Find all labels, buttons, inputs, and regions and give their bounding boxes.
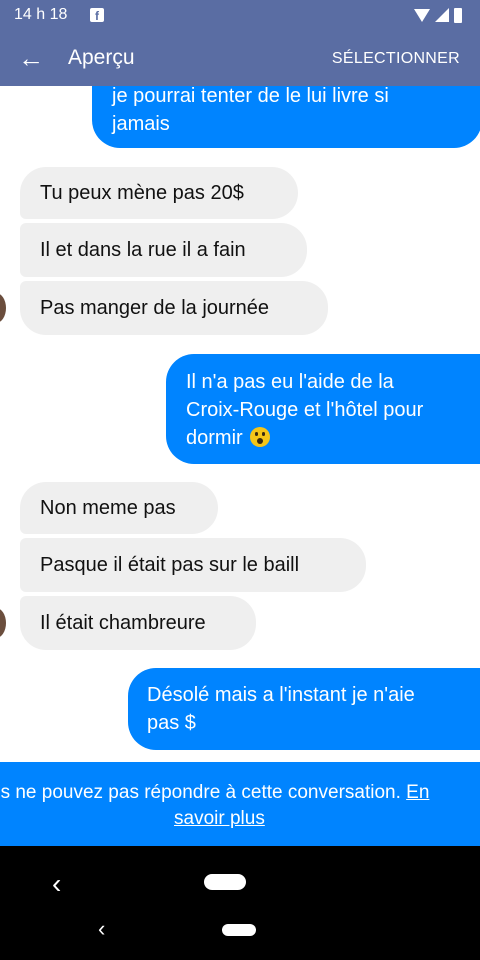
- message-incoming[interactable]: Il et dans la rue il a fain: [20, 223, 307, 277]
- message-outgoing[interactable]: Désolé mais a l'instant je n'aie pas $: [128, 668, 480, 750]
- message-text: Il était chambreure: [40, 612, 206, 634]
- message-outgoing[interactable]: je pourrai tenter de le lui livre si jam…: [92, 86, 480, 148]
- message-incoming[interactable]: Non meme pas: [20, 482, 218, 534]
- message-text-line: jamais: [112, 113, 170, 135]
- message-text-line: Désolé mais a l'instant je n'aie: [147, 684, 415, 706]
- message-text-line: je pourrai tenter de le lui livre si: [112, 86, 389, 107]
- message-text: Pas manger de la journée: [40, 297, 270, 319]
- message-text: Il et dans la rue il a fain: [40, 239, 246, 261]
- message-text-line: Croix-Rouge et l'hôtel pour: [186, 399, 424, 421]
- nav-home-icon[interactable]: [222, 924, 256, 936]
- page-title: Aperçu: [68, 46, 135, 69]
- system-navigation-bar: ‹ ‹: [0, 846, 480, 960]
- message-text-line: dormir: [186, 427, 243, 449]
- nav-home-icon[interactable]: [204, 874, 246, 890]
- status-bar: 14 h 18 f: [0, 0, 480, 30]
- status-time: 14 h 18: [14, 6, 68, 23]
- message-text: Non meme pas: [40, 497, 176, 519]
- signal-icon: [435, 8, 449, 22]
- message-text-line: pas $: [147, 712, 196, 734]
- message-incoming[interactable]: Pasque il était pas sur le baill: [20, 538, 366, 592]
- sender-avatar[interactable]: [0, 293, 6, 323]
- astonished-face-emoji-icon: [250, 427, 271, 447]
- message-list[interactable]: je pourrai tenter de le lui livre si jam…: [0, 86, 480, 762]
- message-incoming[interactable]: Pas manger de la journée: [20, 281, 328, 335]
- message-text-line: dormir: [186, 424, 462, 452]
- select-button[interactable]: SÉLECTIONNER: [332, 50, 460, 68]
- cannot-reply-banner: us ne pouvez pas répondre à cette conver…: [0, 762, 480, 846]
- message-incoming[interactable]: Il était chambreure: [20, 596, 256, 650]
- battery-icon: [454, 7, 462, 23]
- banner-text-line: us ne pouvez pas répondre à cette conver…: [0, 782, 429, 804]
- facebook-icon: f: [90, 8, 104, 23]
- wifi-icon: [414, 8, 430, 22]
- nav-back-icon[interactable]: ‹: [52, 868, 61, 900]
- sender-avatar[interactable]: [0, 608, 6, 638]
- message-outgoing[interactable]: Il n'a pas eu l'aide de la Croix-Rouge e…: [166, 354, 480, 464]
- arrow-left-icon[interactable]: ←: [18, 40, 44, 76]
- nav-back-icon[interactable]: ‹: [98, 916, 105, 942]
- message-incoming[interactable]: Tu peux mène pas 20$: [20, 167, 298, 219]
- message-text-line: Il n'a pas eu l'aide de la: [186, 371, 394, 393]
- message-text: Tu peux mène pas 20$: [40, 182, 244, 204]
- learn-more-link[interactable]: En: [406, 782, 429, 803]
- learn-more-link[interactable]: savoir plus: [174, 808, 265, 830]
- banner-text: us ne pouvez pas répondre à cette conver…: [0, 782, 401, 803]
- message-text: Pasque il était pas sur le baill: [40, 554, 300, 576]
- status-icons: [414, 7, 462, 23]
- app-bar: ← Aperçu SÉLECTIONNER: [0, 30, 480, 86]
